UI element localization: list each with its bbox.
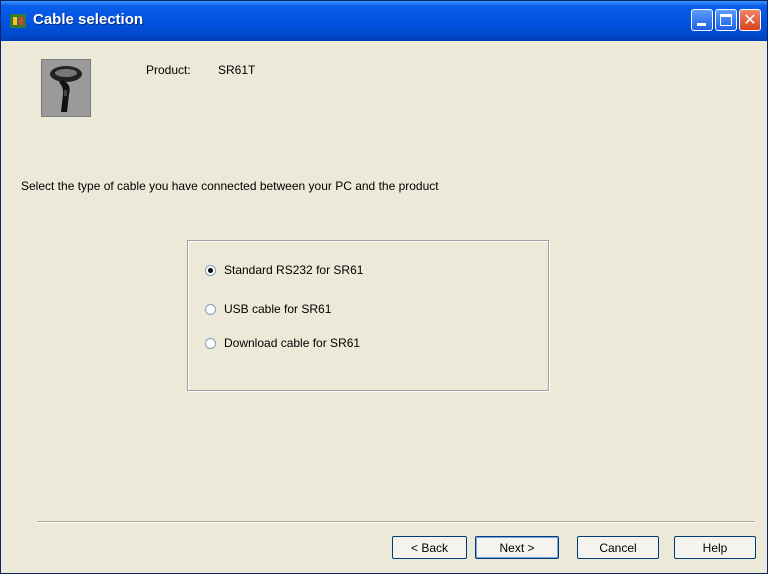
minimize-button[interactable] [691,9,713,31]
instruction-text: Select the type of cable you have connec… [21,179,439,193]
maximize-icon [720,14,732,26]
minimize-icon [697,23,706,26]
close-icon: ✕ [743,10,757,29]
cable-selection-window: Cable selection ✕ Product: SR61T Select … [0,0,768,574]
radio-label: USB cable for SR61 [224,302,332,316]
cancel-button[interactable]: Cancel [577,536,659,559]
maximize-button[interactable] [715,9,737,31]
separator [37,521,755,523]
next-button[interactable]: Next > [475,536,559,559]
close-button[interactable]: ✕ [739,9,761,31]
radio-button-checked[interactable] [205,264,216,276]
app-icon [10,14,26,28]
radio-option-standard-rs232[interactable]: Standard RS232 for SR61 [205,262,363,278]
title-bar[interactable]: Cable selection ✕ [1,1,767,41]
help-button[interactable]: Help [674,536,756,559]
radio-option-download[interactable]: Download cable for SR61 [205,335,360,351]
radio-button[interactable] [205,337,216,349]
barcode-scanner-icon [41,59,91,117]
product-value: SR61T [218,63,256,77]
radio-label: Download cable for SR61 [224,336,361,350]
radio-option-usb[interactable]: USB cable for SR61 [205,301,331,317]
window-title: Cable selection [33,11,144,28]
back-button[interactable]: < Back [392,536,467,559]
product-label: Product: [146,63,191,77]
radio-label: Standard RS232 for SR61 [224,263,364,277]
radio-button[interactable] [205,303,216,315]
